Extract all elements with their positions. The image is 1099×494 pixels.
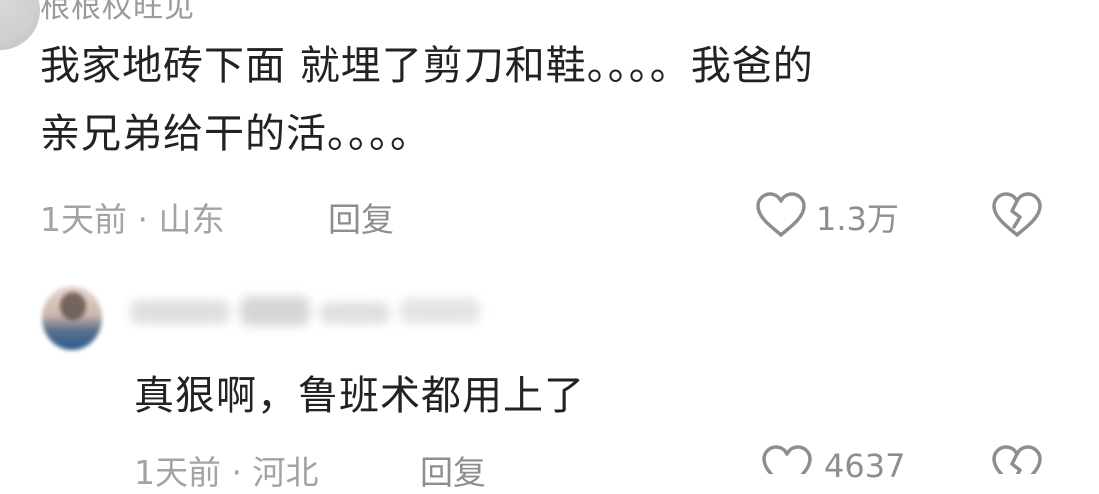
avatar[interactable] xyxy=(42,286,102,350)
comment-username-blurred[interactable] xyxy=(120,292,490,336)
broken-heart-icon[interactable] xyxy=(990,444,1044,474)
broken-heart-icon[interactable] xyxy=(990,191,1044,239)
comment-time-location: 1天前 · 山东 xyxy=(40,200,225,239)
comment-username[interactable]: 根根权旺见 xyxy=(40,0,195,26)
comment-text: 我家地砖下面 就埋了剪刀和鞋。。。。我爸的 亲兄弟给干的活。。。。 xyxy=(40,32,1040,168)
reply-button[interactable]: 回复 xyxy=(328,193,394,241)
like-count: 1.3万 xyxy=(816,200,899,238)
comment-time-location: 1天前 · 河北 xyxy=(134,453,319,492)
comment-text-line: 亲兄弟给干的活。。。。 xyxy=(40,111,431,157)
reply-button[interactable]: 回复 xyxy=(420,446,486,494)
reply-text: 真狠啊，鲁班术都用上了 xyxy=(134,373,585,419)
heart-outline-icon[interactable] xyxy=(754,191,808,239)
like-count: 4637 xyxy=(824,447,906,485)
comment-text-line: 我家地砖下面 就埋了剪刀和鞋。。。。我爸的 xyxy=(40,43,814,89)
heart-outline-icon[interactable] xyxy=(760,444,814,474)
avatar[interactable] xyxy=(0,0,40,50)
